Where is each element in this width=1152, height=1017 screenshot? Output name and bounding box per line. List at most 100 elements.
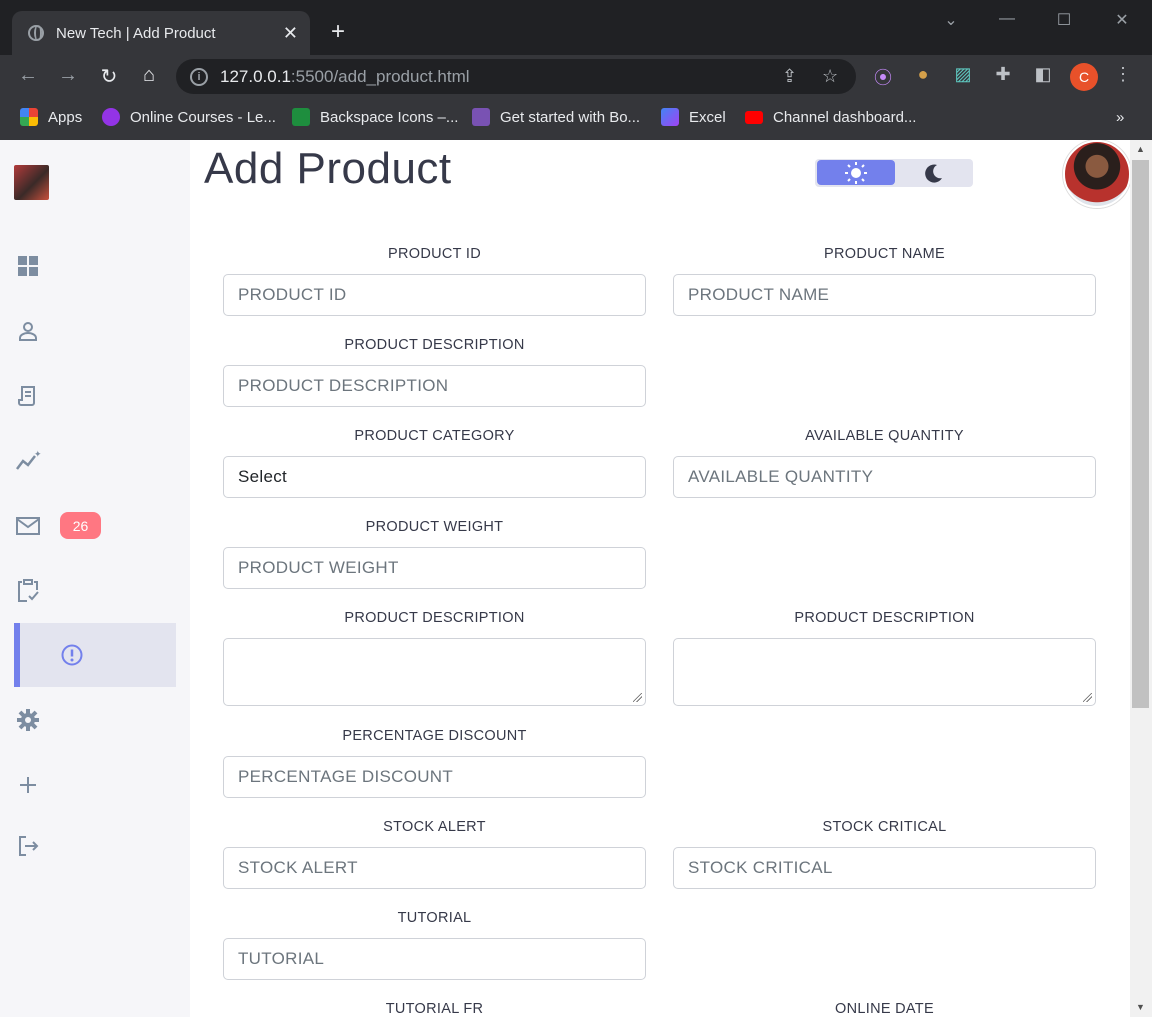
bookmark-channel-dashboard[interactable]: Channel dashboard... [745, 105, 916, 129]
bookmark-star-icon[interactable]: ☆ [822, 66, 838, 87]
bookmark-apps[interactable]: Apps [20, 105, 82, 129]
browser-tab[interactable]: New Tech | Add Product ✕ [12, 11, 310, 55]
profile-avatar[interactable]: C [1070, 63, 1098, 91]
insights-icon: ✦ [14, 447, 42, 475]
tab-search-icon[interactable]: ⌄ [939, 10, 963, 30]
scroll-up-arrow[interactable]: ▲ [1136, 144, 1145, 154]
description-right-group: PRODUCT DESCRIPTION [673, 608, 1096, 706]
minimize-button[interactable]: — [995, 10, 1019, 28]
menu-icon[interactable]: ⋮ [1111, 64, 1135, 85]
description-right-label: PRODUCT DESCRIPTION [794, 610, 975, 626]
sidebar-item-reports[interactable] [14, 623, 176, 687]
sidebar: ✦ 26 [0, 140, 190, 1017]
page-title: Add Product [204, 144, 452, 193]
person-icon [14, 317, 42, 345]
product-id-input[interactable]: PRODUCT ID [223, 274, 646, 316]
udemy-icon [102, 108, 120, 126]
tutorial-group: TUTORIAL TUTORIAL [223, 908, 646, 980]
product-name-label: PRODUCT NAME [824, 246, 945, 262]
percentage-discount-group: PERCENTAGE DISCOUNT PERCENTAGE DISCOUNT [223, 726, 646, 798]
scroll-down-arrow[interactable]: ▼ [1136, 1002, 1145, 1012]
product-description-group: PRODUCT DESCRIPTION PRODUCT DESCRIPTION [223, 335, 646, 407]
stock-alert-label: STOCK ALERT [383, 819, 486, 835]
report-icon [58, 641, 86, 669]
theme-toggle[interactable] [815, 159, 973, 187]
stock-alert-group: STOCK ALERT STOCK ALERT [223, 817, 646, 889]
puzzle-icon[interactable]: ✚ [991, 64, 1015, 85]
sidebar-item-customers[interactable] [14, 299, 176, 363]
cookie-extension-icon[interactable]: ● [911, 64, 935, 85]
bookmarks-overflow[interactable]: » [1116, 105, 1124, 129]
online-date-group: ONLINE DATE [673, 999, 1096, 1017]
browser-toolbar: ← → ↻ ⌂ i 127.0.0.1:5500/add_product.htm… [0, 55, 1152, 140]
sidebar-item-add-product[interactable] [14, 753, 176, 817]
new-tab-button[interactable]: + [326, 18, 350, 46]
description-left-textarea[interactable] [223, 638, 646, 706]
tutorial-label: TUTORIAL [397, 910, 472, 926]
logout-icon [14, 832, 42, 860]
globe-icon [28, 25, 44, 41]
logo-avatar[interactable] [14, 165, 49, 200]
description-right-textarea[interactable] [673, 638, 1096, 706]
home-button[interactable]: ⌂ [136, 64, 162, 87]
product-weight-label: PRODUCT WEIGHT [365, 519, 504, 535]
mail-icon [14, 512, 42, 540]
site-info-icon[interactable]: i [190, 67, 208, 86]
tab-strip: New Tech | Add Product ✕ + ⌄ — ☐ ✕ [0, 0, 1152, 55]
product-id-label: PRODUCT ID [388, 246, 481, 262]
sidebar-item-analytics[interactable]: ✦ [14, 429, 176, 493]
receipt-icon [14, 382, 42, 410]
online-date-label: ONLINE DATE [835, 1001, 934, 1017]
user-avatar[interactable] [1063, 140, 1131, 208]
stock-critical-input[interactable]: STOCK CRITICAL [673, 847, 1096, 889]
reload-button[interactable]: ↻ [96, 64, 122, 89]
product-name-input[interactable]: PRODUCT NAME [673, 274, 1096, 316]
stock-critical-group: STOCK CRITICAL STOCK CRITICAL [673, 817, 1096, 889]
close-window-button[interactable]: ✕ [1110, 10, 1134, 30]
dark-mode-button[interactable] [895, 160, 971, 185]
url-host: 127.0.0.1 [220, 66, 291, 86]
sidebar-item-products[interactable] [14, 558, 176, 622]
url-path: :5500/add_product.html [290, 66, 470, 86]
broadcast-extension-icon[interactable]: ⦿ [871, 64, 895, 90]
extension-icon[interactable]: ▨ [951, 64, 975, 85]
tutorial-fr-group: TUTORIAL FR [223, 999, 646, 1017]
product-name-group: PRODUCT NAME PRODUCT NAME [673, 244, 1096, 316]
sidebar-item-dashboard[interactable] [14, 234, 176, 298]
inventory-icon [14, 576, 42, 604]
share-icon[interactable]: ⇪ [782, 66, 797, 87]
product-description-input[interactable]: PRODUCT DESCRIPTION [223, 365, 646, 407]
bookmark-backspace-icons[interactable]: Backspace Icons –... [292, 105, 458, 129]
maximize-button[interactable]: ☐ [1052, 10, 1076, 30]
sidebar-item-orders[interactable] [14, 364, 176, 428]
page-scrollbar[interactable]: ▲ ▼ [1130, 140, 1152, 1017]
available-quantity-input[interactable]: AVAILABLE QUANTITY [673, 456, 1096, 498]
product-id-group: PRODUCT ID PRODUCT ID [223, 244, 646, 316]
forward-button[interactable]: → [55, 64, 81, 87]
percentage-discount-input[interactable]: PERCENTAGE DISCOUNT [223, 756, 646, 798]
back-button[interactable]: ← [15, 64, 41, 87]
message-count-badge: 26 [60, 512, 101, 539]
product-weight-group: PRODUCT WEIGHT PRODUCT WEIGHT [223, 517, 646, 589]
bookmark-bootstrap[interactable]: Get started with Bo... [472, 105, 640, 129]
product-weight-input[interactable]: PRODUCT WEIGHT [223, 547, 646, 589]
sun-icon [845, 161, 867, 184]
product-category-group: PRODUCT CATEGORY Select [223, 426, 646, 498]
plus-icon [14, 771, 42, 799]
tutorial-fr-label: TUTORIAL FR [385, 1001, 484, 1017]
product-category-select[interactable]: Select [223, 456, 646, 498]
address-bar[interactable]: i 127.0.0.1:5500/add_product.html ⇪ ☆ [176, 59, 856, 94]
close-tab-icon[interactable]: ✕ [283, 23, 298, 44]
sidebar-item-logout[interactable] [14, 814, 176, 878]
svg-text:✦: ✦ [34, 449, 41, 459]
side-panel-icon[interactable]: ◧ [1031, 64, 1055, 85]
scrollbar-thumb[interactable] [1132, 160, 1149, 708]
percentage-discount-label: PERCENTAGE DISCOUNT [342, 728, 527, 744]
stock-alert-input[interactable]: STOCK ALERT [223, 847, 646, 889]
sidebar-item-settings[interactable] [14, 688, 176, 752]
bookmark-excel[interactable]: Excel [661, 105, 726, 129]
light-mode-button[interactable] [817, 160, 895, 185]
available-quantity-label: AVAILABLE QUANTITY [805, 428, 964, 444]
bookmark-online-courses[interactable]: Online Courses - Le... [102, 105, 276, 129]
tutorial-input[interactable]: TUTORIAL [223, 938, 646, 980]
